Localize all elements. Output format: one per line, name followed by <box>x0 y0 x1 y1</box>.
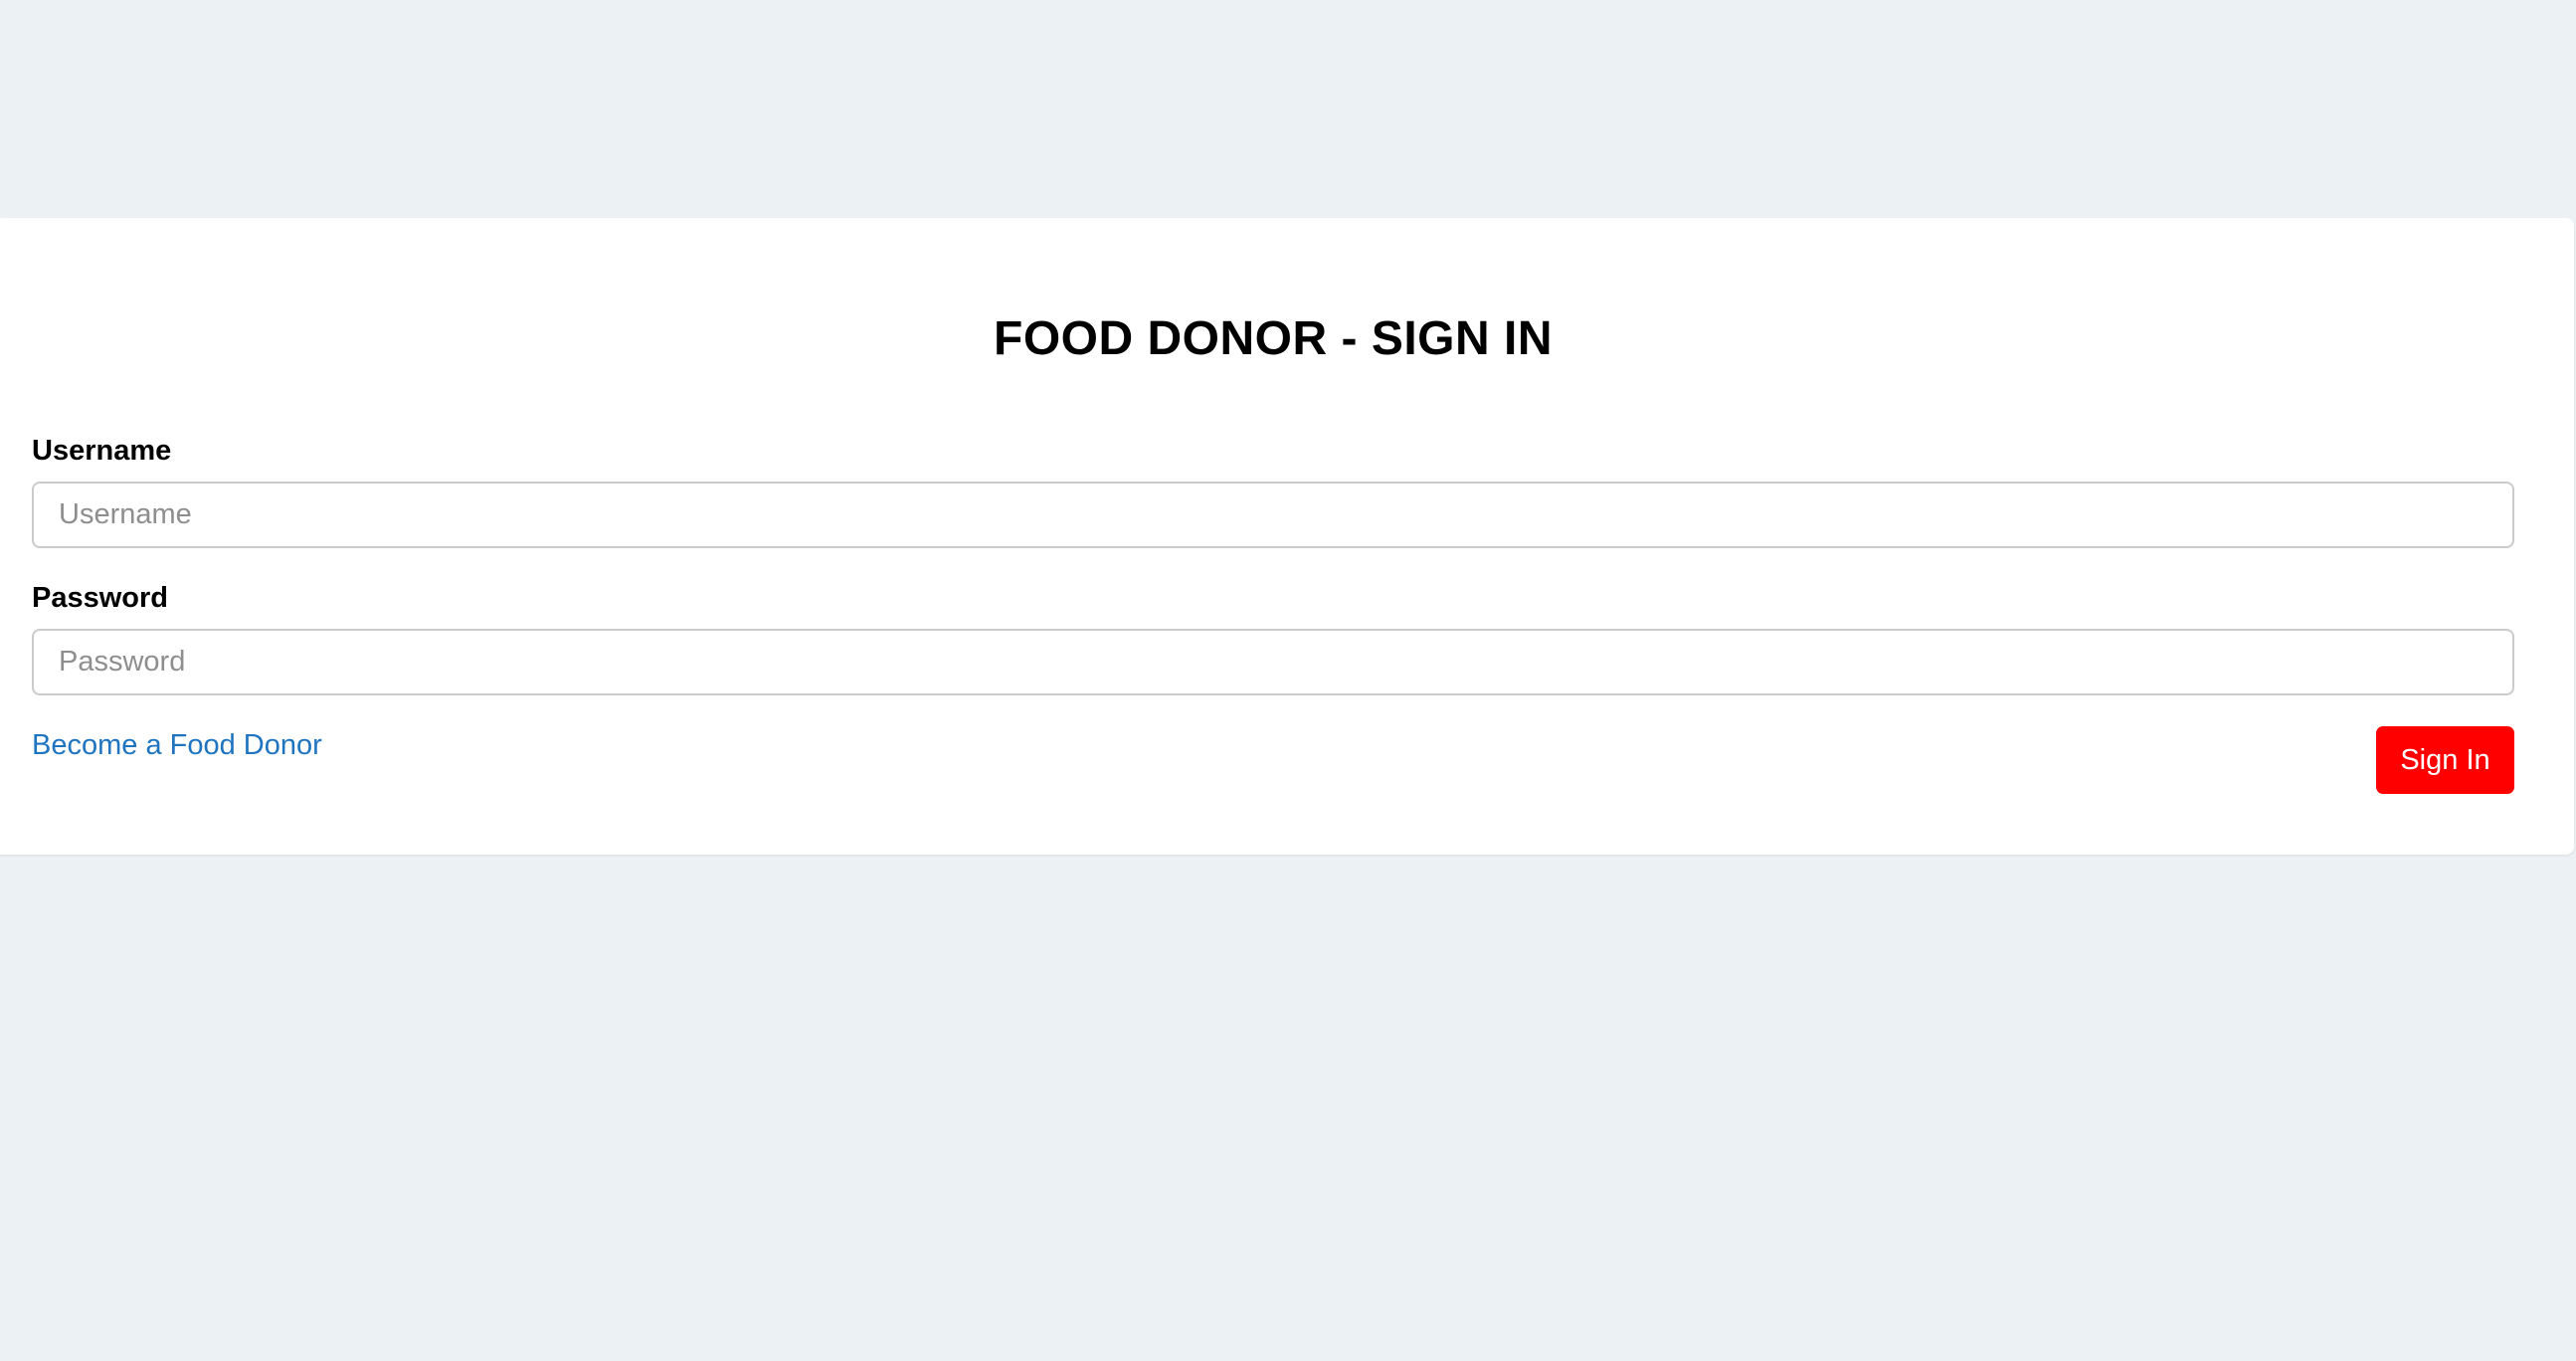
password-label: Password <box>32 582 168 614</box>
become-food-donor-link[interactable]: Become a Food Donor <box>32 731 322 760</box>
page-title: FOOD DONOR - SIGN IN <box>994 312 1553 365</box>
username-label: Username <box>32 435 172 467</box>
username-input[interactable] <box>32 482 2514 548</box>
password-input[interactable] <box>32 629 2514 695</box>
sign-in-button[interactable]: Sign In <box>2376 726 2514 794</box>
sign-in-card: FOOD DONOR - SIGN IN Username Password B… <box>0 218 2574 855</box>
